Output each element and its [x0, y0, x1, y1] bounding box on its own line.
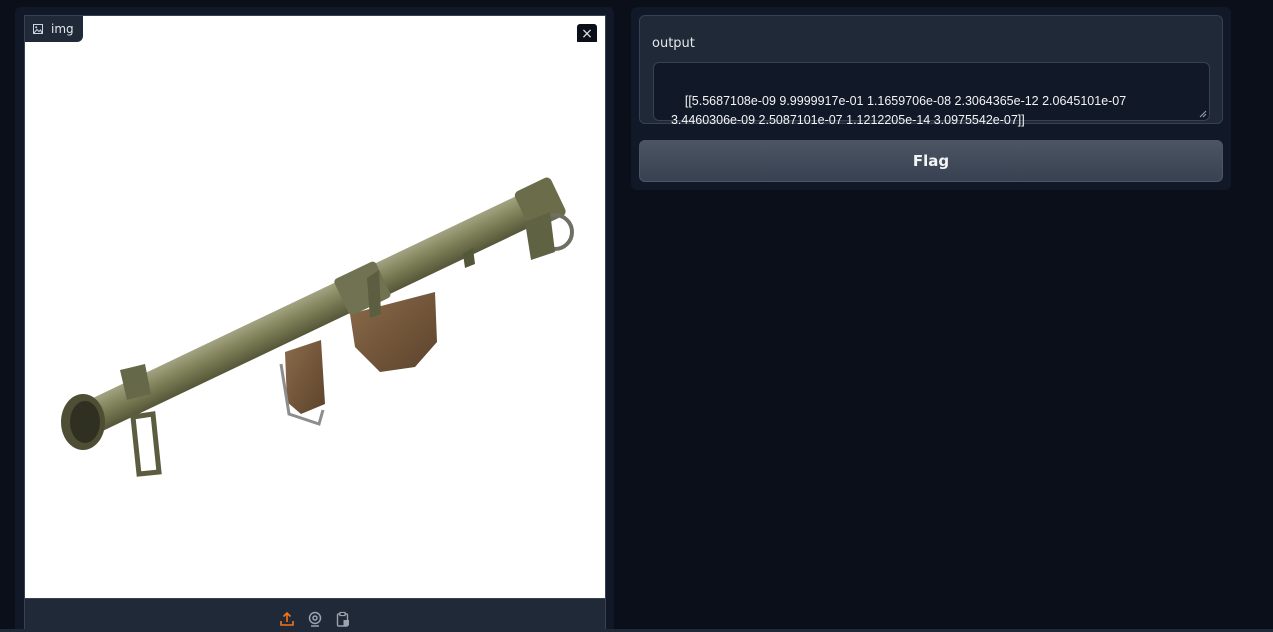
webcam-icon[interactable] [305, 609, 325, 629]
clipboard-icon[interactable] [333, 609, 353, 629]
output-value: [[5.5687108e-09 9.9999917e-01 1.1659706e… [670, 94, 1127, 127]
output-textbox-container: output [[5.5687108e-09 9.9999917e-01 1.1… [639, 15, 1223, 127]
output-panel: output [[5.5687108e-09 9.9999917e-01 1.1… [631, 7, 1231, 190]
image-icon [33, 24, 43, 34]
image-input-frame[interactable]: img × [24, 15, 606, 632]
flag-button[interactable]: Flag [639, 140, 1223, 182]
output-textbox[interactable]: [[5.5687108e-09 9.9999917e-01 1.1659706e… [653, 62, 1210, 127]
resize-handle-icon[interactable] [1199, 110, 1207, 118]
output-label: output [652, 36, 695, 51]
image-input-label-badge: img [25, 16, 83, 42]
close-icon[interactable]: × [577, 24, 597, 44]
upload-icon[interactable] [277, 609, 297, 629]
image-input-label: img [51, 22, 74, 36]
image-source-toolbar [25, 598, 605, 632]
bazooka-image [25, 42, 605, 598]
